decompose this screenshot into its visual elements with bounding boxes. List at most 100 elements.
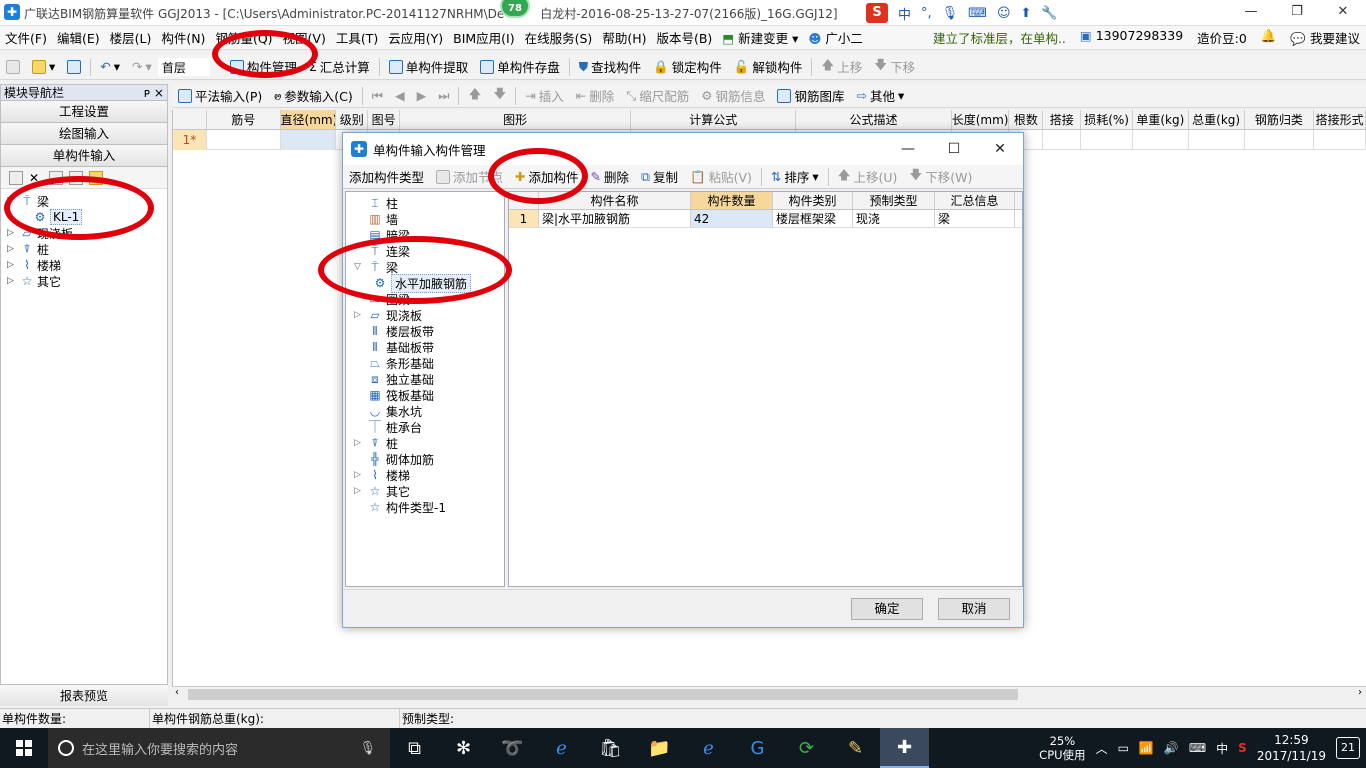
tree-node-base-strip[interactable]: Ⅱ 基础板带 [346, 339, 504, 355]
cancel-button[interactable]: 取消 [938, 598, 1010, 620]
rebar-info-button[interactable]: ⚙ 钢筋信息 [695, 85, 771, 107]
battery-icon[interactable]: ▭ [1118, 741, 1129, 755]
cell-category[interactable] [1245, 130, 1315, 150]
dialog-close-button[interactable]: ✕ [977, 141, 1023, 157]
minimize-button[interactable]: — [1228, 0, 1274, 24]
delete-button[interactable]: ✎ 删除 [585, 166, 636, 188]
col-unit-weight[interactable]: 单重(kg) [1133, 110, 1189, 129]
first-record-button[interactable]: ⏮ [366, 85, 389, 107]
tree-node-strip-found[interactable]: ⏢ 条形基础 [346, 355, 504, 371]
tree-node-pile-cap[interactable]: ⏉ 桩承台 [346, 419, 504, 435]
tree-node-isolated-found[interactable]: ⧈ 独立基础 [346, 371, 504, 387]
close-button[interactable]: ✕ [1320, 0, 1366, 24]
collapse-icon[interactable]: ▷ [7, 228, 17, 238]
explorer-icon[interactable]: 📁 [635, 728, 684, 768]
collapse-icon[interactable]: ▷ [354, 486, 364, 496]
cell-unit-weight[interactable] [1133, 130, 1189, 150]
nav-section-single[interactable]: 单构件输入 [1, 145, 167, 167]
cell-category[interactable]: 楼层框架梁 [773, 210, 853, 227]
tree-node-column[interactable]: ⌶ 柱 [346, 195, 504, 211]
tree-node-raft[interactable]: ▦ 筏板基础 [346, 387, 504, 403]
collapse-icon[interactable]: ▷ [354, 470, 364, 480]
dialog-minimize-button[interactable]: — [885, 141, 931, 157]
restore-button[interactable]: ❐ [1274, 0, 1320, 24]
col-shape[interactable]: 图形 [400, 110, 632, 129]
sort-button[interactable]: ⇅ 排序 ▾ [765, 166, 825, 188]
dialog-maximize-button[interactable]: ☐ [931, 141, 977, 157]
wrench-icon[interactable]: 🔧 [1041, 6, 1057, 21]
menu-tools[interactable]: 工具(T) [331, 28, 383, 47]
nav-add-icon[interactable] [9, 170, 23, 185]
tray-expand-icon[interactable]: ︿ [1096, 740, 1108, 757]
param-input-button[interactable]: ꮼ 参数输入(C) [268, 85, 358, 107]
cell-bar-no[interactable] [207, 130, 281, 150]
col-formula[interactable]: 计算公式 [631, 110, 797, 129]
col-diameter[interactable]: 直径(mm) [280, 110, 337, 129]
find-button[interactable]: ⛊ 查找构件 [573, 56, 647, 78]
report-preview[interactable]: 报表预览 [0, 684, 168, 706]
move-up-button[interactable]: 🡅 上移 [815, 56, 868, 78]
menu-version[interactable]: 版本号(B) [651, 28, 717, 47]
task-view-icon[interactable]: ⧉ [390, 728, 439, 768]
menu-component[interactable]: 构件(N) [156, 28, 210, 47]
col-summary[interactable]: 汇总信息 [935, 192, 1015, 209]
cpu-meter[interactable]: 25% CPU使用 [1039, 734, 1085, 762]
ggj-app-icon[interactable]: ✚ [880, 728, 929, 768]
col-total-weight[interactable]: 总重(kg) [1189, 110, 1245, 129]
paste-button[interactable]: 📋 粘贴(V) [684, 166, 758, 188]
notification-badge[interactable]: 78 [500, 0, 530, 18]
tree-node-pile[interactable]: ▷ ⍒ 桩 [7, 241, 167, 257]
col-bar-no[interactable]: 筋号 [207, 110, 281, 129]
scroll-left-icon[interactable]: ‹ [175, 687, 179, 698]
notice-text[interactable]: 建立了标准层，在单构.. [933, 28, 1066, 47]
account[interactable]: ▣ 13907298339 [1080, 28, 1183, 47]
col-lap-form[interactable]: 搭接形式 [1314, 110, 1366, 129]
menu-assistant[interactable]: ☻ 广小二 [803, 28, 868, 47]
tree-node-masonry[interactable]: ╬ 砌体加筋 [346, 451, 504, 467]
menu-cloud[interactable]: 云应用(Y) [383, 28, 448, 47]
shirt-icon[interactable]: ⬆ [1021, 6, 1032, 21]
collapse-icon[interactable]: ▷ [7, 244, 17, 254]
tree-node-custom-type[interactable]: ☆ 构件类型-1 [346, 499, 504, 515]
spiral-app-icon[interactable]: ➰ [488, 728, 537, 768]
unlock-button[interactable]: 🔓 解锁构件 [728, 56, 809, 78]
ime-toolbar[interactable]: S 中 °, 🎙 ⌨ ☺ ⬆ 🔧 [866, 2, 1058, 24]
other-button[interactable]: ⇨ 其他 ▾ [850, 85, 910, 107]
store-icon[interactable]: 🛍 [586, 728, 635, 768]
ime-indicator[interactable]: 中 [1216, 740, 1228, 757]
mic-icon[interactable]: 🎙 [359, 741, 376, 756]
flat-input-button[interactable]: 平法输入(P) [172, 85, 268, 107]
menu-edit[interactable]: 编辑(E) [52, 28, 105, 47]
menu-help[interactable]: 帮助(H) [597, 28, 651, 47]
lock-button[interactable]: 🔒 锁定构件 [647, 56, 728, 78]
cost-points[interactable]: 造价豆:0 [1197, 28, 1247, 47]
taskbar-search[interactable]: 在这里输入你要搜索的内容 🎙 [48, 728, 390, 768]
ime-punct[interactable]: °, [921, 6, 932, 21]
sogou-icon[interactable]: S [866, 3, 888, 23]
keyboard-icon[interactable]: ⌨ [968, 6, 987, 21]
ime-lang[interactable]: 中 [898, 4, 911, 23]
open-button[interactable]: ▾ [26, 56, 61, 78]
collapse-icon[interactable]: ▷ [7, 260, 17, 270]
clock[interactable]: 12:59 2017/11/19 [1257, 732, 1326, 764]
col-loss[interactable]: 损耗(%) [1081, 110, 1133, 129]
next-record-button[interactable]: ▶ [411, 85, 433, 107]
cell-name[interactable]: 梁|水平加腋钢筋 [539, 210, 691, 227]
col-length[interactable]: 长度(mm) [952, 110, 1010, 129]
insert-button[interactable]: ⇥ 插入 [519, 85, 570, 107]
store-button[interactable]: 单构件存盘 [474, 56, 566, 78]
tree-node-sump[interactable]: ◡ 集水坑 [346, 403, 504, 419]
extract-button[interactable]: 单构件提取 [383, 56, 475, 78]
action-center-icon[interactable]: 21 [1336, 737, 1360, 759]
user-icon[interactable]: ☺ [997, 6, 1011, 21]
collapse-icon[interactable]: ▷ [354, 438, 364, 448]
start-button[interactable] [0, 728, 48, 768]
nav-pin[interactable]: ᴘ × [144, 86, 164, 100]
horizontal-scrollbar[interactable]: ‹ › [172, 686, 1366, 702]
tree-node-wall[interactable]: ▥ 墙 [346, 211, 504, 227]
tree-node-floor-strip[interactable]: Ⅱ 楼层板带 [346, 323, 504, 339]
scroll-thumb[interactable] [188, 689, 1018, 700]
cell-lap[interactable] [1043, 130, 1082, 150]
sogou-icon[interactable]: S [1238, 741, 1247, 755]
ok-button[interactable]: 确定 [851, 598, 923, 620]
